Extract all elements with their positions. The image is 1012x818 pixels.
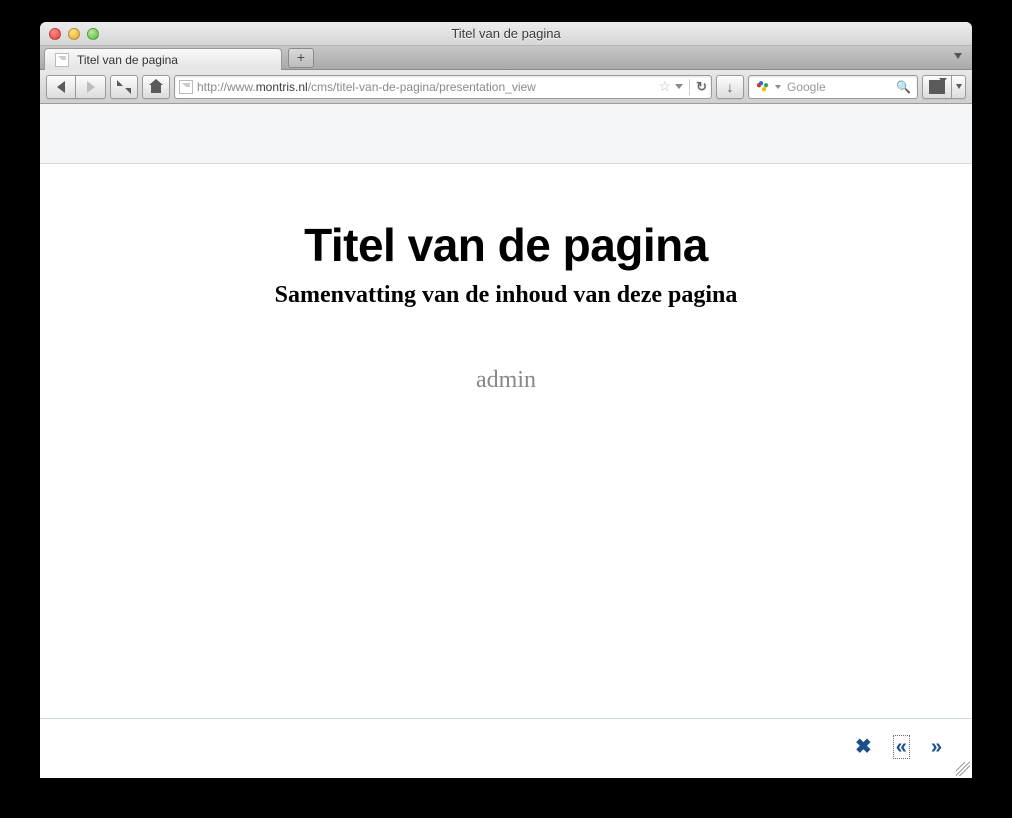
tab-label: Titel van de pagina xyxy=(77,53,178,67)
presentation-footer: ✖ « » xyxy=(40,718,972,778)
search-engine-dropdown[interactable] xyxy=(775,85,781,89)
google-icon: ●●●● xyxy=(755,80,769,94)
minimize-window-button[interactable] xyxy=(68,28,80,40)
magnifier-icon: 🔍 xyxy=(896,80,911,94)
home-button[interactable] xyxy=(142,75,170,99)
chevron-left-icon xyxy=(57,81,65,93)
tab-strip: Titel van de pagina + xyxy=(40,46,972,70)
window-controls xyxy=(49,28,99,40)
titlebar: Titel van de pagina xyxy=(40,22,972,46)
presentation-controls: ✖ « » xyxy=(855,736,942,758)
url-text: http://www.montris.nl/cms/titel-van-de-p… xyxy=(197,80,655,94)
new-tab-button[interactable]: + xyxy=(288,48,314,68)
zoom-window-button[interactable] xyxy=(87,28,99,40)
page-subheading: Samenvatting van de inhoud van deze pagi… xyxy=(40,282,972,309)
bookmarks-dropdown[interactable] xyxy=(952,75,966,99)
tab-list-dropdown[interactable] xyxy=(954,53,962,59)
close-presentation-button[interactable]: ✖ xyxy=(855,737,872,757)
download-icon: ↓ xyxy=(727,79,734,95)
search-placeholder: Google xyxy=(787,80,890,94)
browser-tab[interactable]: Titel van de pagina xyxy=(44,48,282,70)
prev-slide-button[interactable]: « xyxy=(894,736,909,758)
url-bar[interactable]: http://www.montris.nl/cms/titel-van-de-p… xyxy=(174,75,712,99)
bookmarks-button[interactable] xyxy=(922,75,952,99)
home-icon xyxy=(149,81,163,93)
page-icon xyxy=(55,53,69,67)
fullscreen-icon xyxy=(117,80,131,94)
back-button[interactable] xyxy=(46,75,76,99)
page-heading: Titel van de pagina xyxy=(40,218,972,272)
navigation-toolbar: http://www.montris.nl/cms/titel-van-de-p… xyxy=(40,70,972,104)
divider xyxy=(689,79,690,95)
url-prefix: http://www. xyxy=(197,80,256,94)
downloads-button[interactable]: ↓ xyxy=(716,75,744,99)
search-bar[interactable]: ●●●● Google 🔍 xyxy=(748,75,918,99)
presentation-slide: Titel van de pagina Samenvatting van de … xyxy=(40,164,972,718)
page-icon xyxy=(179,80,193,94)
next-slide-button[interactable]: » xyxy=(931,737,942,757)
top-banner xyxy=(40,104,972,164)
fullscreen-button[interactable] xyxy=(110,75,138,99)
chevron-down-icon xyxy=(956,84,962,89)
forward-button[interactable] xyxy=(76,75,106,99)
bookmarks-icon xyxy=(929,80,945,94)
reload-button[interactable]: ↻ xyxy=(696,79,707,95)
chevron-right-icon xyxy=(87,81,95,93)
url-host: montris.nl xyxy=(256,80,308,94)
window-title: Titel van de pagina xyxy=(451,26,560,41)
browser-window: Titel van de pagina Titel van de pagina … xyxy=(40,22,972,778)
resize-grip[interactable] xyxy=(956,762,970,776)
nav-back-forward xyxy=(46,75,106,99)
bookmarks-menu-button xyxy=(922,75,966,99)
url-history-dropdown[interactable] xyxy=(675,84,683,89)
page-author: admin xyxy=(40,367,972,394)
page-content: Titel van de pagina Samenvatting van de … xyxy=(40,104,972,778)
close-window-button[interactable] xyxy=(49,28,61,40)
bookmark-star-icon[interactable]: ☆ xyxy=(659,78,672,95)
url-path: /cms/titel-van-de-pagina/presentation_vi… xyxy=(308,80,536,94)
